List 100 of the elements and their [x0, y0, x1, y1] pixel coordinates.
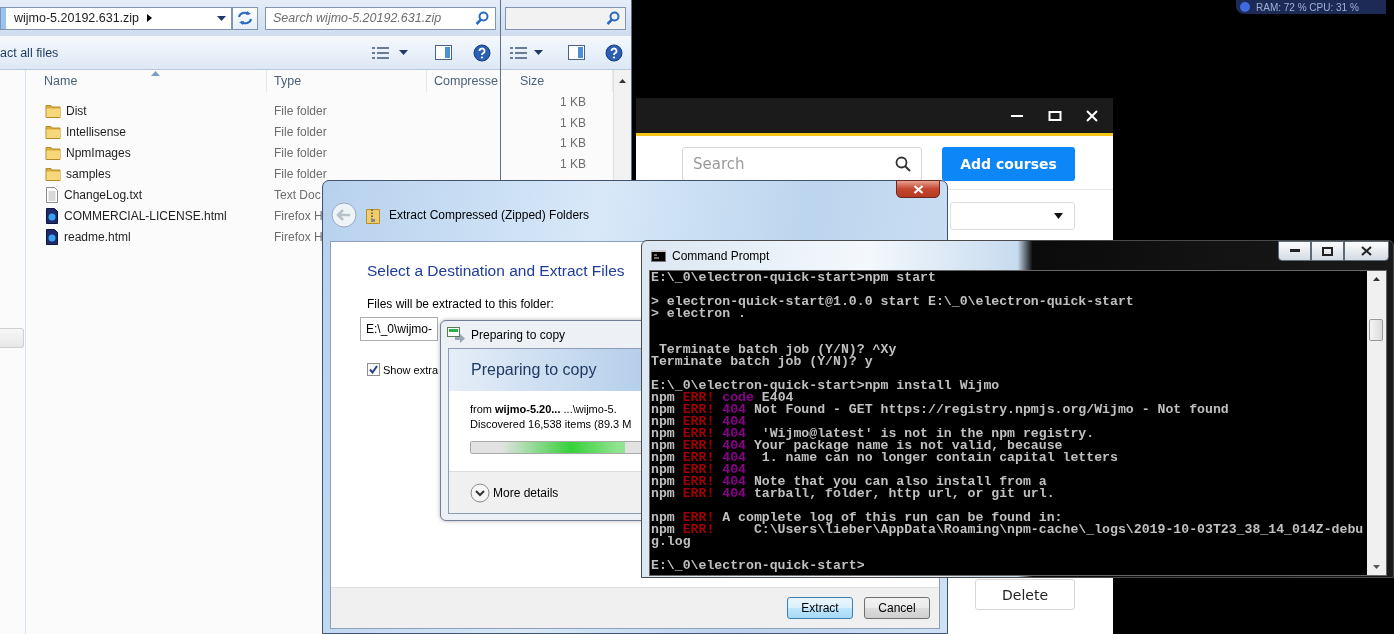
sort-arrow-icon [151, 71, 160, 76]
maximize-button[interactable] [1311, 241, 1344, 261]
usage-text: RAM: 72 % CPU: 31 % [1256, 1, 1359, 13]
file-size: 1 KB [559, 114, 587, 132]
preview-pane-icon[interactable] [435, 45, 452, 60]
file-type: File folder [273, 103, 327, 118]
file-name[interactable]: samples [66, 166, 111, 181]
file-name[interactable]: Intellisense [66, 124, 127, 139]
file-size: 1 KB [559, 94, 587, 112]
close-icon[interactable] [1086, 109, 1098, 122]
scroll-down-icon[interactable] [1373, 565, 1380, 569]
toolbar-button[interactable]: act all files [0, 41, 61, 64]
console-line: > electron-quick-start@1.0.0 start E:\_0\electron-quick-start [651, 296, 1135, 308]
caret-icon [1054, 213, 1063, 219]
help-icon[interactable] [605, 43, 623, 62]
close-button[interactable] [896, 180, 940, 198]
scroll-up-icon[interactable] [619, 79, 626, 83]
console-line: npm ERR! 404 'Wijmo@latest' is not in the npm registry. [651, 428, 1096, 440]
minimize-icon [1289, 249, 1300, 253]
file-type: Firefox H [273, 208, 323, 223]
folder-icon [45, 124, 61, 139]
checkbox[interactable] [367, 363, 380, 376]
cancel-button[interactable]: Cancel [864, 597, 930, 619]
file-size: 1 KB [559, 135, 587, 153]
view-icon[interactable] [510, 45, 527, 60]
column-header[interactable]: Compresse [434, 74, 498, 88]
caret-icon[interactable] [217, 15, 226, 21]
file-type: Firefox H [273, 229, 323, 244]
file-type: File folder [273, 166, 327, 181]
console-line: npm ERR! 404 tarball, folder, http url, or git url. [651, 488, 1056, 500]
console-line: npm ERR! 404 1. name can no longer contain capital letters [651, 452, 1119, 464]
console-line: E:\_0\electron-quick-start>npm start [651, 272, 937, 284]
preview-pane-icon[interactable] [568, 45, 585, 60]
caret-icon[interactable] [534, 50, 543, 55]
console-line: E:\_0\electron-quick-start>npm install Wijmo [651, 380, 1001, 392]
file-type: File folder [273, 145, 327, 160]
file-name[interactable]: readme.html [64, 229, 131, 244]
console-line: npm ERR! code E404 [651, 392, 794, 404]
dialog-title: Preparing to copy [471, 327, 566, 342]
address-bar[interactable]: wijmo-5.20192.631.zip [0, 6, 232, 30]
console-line: > electron . [651, 308, 746, 320]
close-button[interactable] [1344, 241, 1389, 261]
extract-button[interactable]: Extract [787, 597, 853, 619]
file-name[interactable]: NpmImages [66, 145, 131, 160]
console-line: npm ERR! 404 Not Found - GET https://registry.npmjs.org/Wijmo - Not found [651, 404, 1230, 416]
refresh-button[interactable] [232, 6, 258, 30]
console-line: npm ERR! 404 Note that you can also install from a [651, 476, 1047, 488]
scroll-up-icon[interactable] [1373, 277, 1380, 281]
view-icon[interactable] [372, 45, 389, 60]
field-label: Files will be extracted to this folder: [367, 297, 554, 311]
add-courses-button[interactable]: Add courses [942, 147, 1075, 181]
web-file-icon [45, 228, 59, 245]
file-type: File folder [273, 124, 327, 139]
path-field[interactable]: E:\_0\wijmo- [360, 317, 438, 341]
file-name[interactable]: COMMERCIAL-LICENSE.html [64, 208, 227, 223]
folder-icon [45, 166, 61, 181]
text-file-icon [45, 186, 59, 203]
file-name[interactable]: ChangeLog.txt [64, 187, 143, 202]
window-title: Command Prompt [672, 248, 770, 263]
address-text: wijmo-5.20192.631.zip [14, 11, 140, 25]
column-header[interactable]: Name [44, 74, 78, 88]
folder-icon [45, 103, 61, 118]
dialog-heading: Select a Destination and Extract Files [367, 262, 625, 280]
status-icon [1240, 2, 1250, 12]
location-icon [1, 7, 6, 29]
console-line: Terminate batch job (Y/N)? y [651, 356, 873, 368]
close-icon [1361, 246, 1372, 256]
file-name[interactable]: Dist [66, 103, 87, 118]
folder-icon [45, 145, 61, 160]
search-field[interactable]: Search wijmo-5.20192.631.zip [265, 6, 496, 30]
search-icon[interactable] [475, 11, 489, 25]
minimize-button[interactable] [1278, 241, 1311, 261]
console-line: npm ERR! 404 [651, 416, 747, 428]
console-line: npm ERR! 404 [651, 464, 747, 476]
scrollbar[interactable] [1367, 271, 1386, 575]
search-field[interactable] [505, 6, 626, 30]
console-line: npm ERR! A complete log of this run can be found in: [651, 512, 1063, 524]
console-line: Terminate batch job (Y/N)? ^Xy [658, 344, 898, 356]
refresh-icon [236, 10, 254, 26]
chevron-icon[interactable] [470, 482, 490, 503]
maximize-icon [1322, 246, 1333, 256]
help-icon[interactable] [473, 43, 491, 62]
dialog-title: Extract Compressed (Zipped) Folders [389, 208, 590, 222]
web-file-icon [45, 207, 59, 224]
console-line: npm ERR! 404 Your package name is not valid, because [651, 440, 1063, 452]
chevron-icon[interactable] [147, 14, 153, 22]
file-type: Text Doc [273, 187, 321, 202]
check-icon [369, 365, 378, 374]
search-icon[interactable] [895, 156, 911, 172]
details-toggle[interactable]: More details [493, 485, 559, 500]
console-line: g.log [651, 536, 692, 548]
scrollbar-thumb[interactable] [1369, 319, 1383, 341]
console-line: npm ERR! C:\Users\lieber\AppData\Roaming\npm-cache\_logs\2019-10-03T23_38_14_014Z-debu [651, 524, 1365, 536]
caret-icon[interactable] [399, 50, 408, 55]
console-line: E:\_0\electron-quick-start> [651, 560, 866, 572]
terminal-icon [651, 249, 666, 262]
close-icon [912, 184, 924, 194]
maximize-icon[interactable] [1048, 108, 1062, 123]
delete-button[interactable]: Delete [975, 579, 1075, 610]
column-header[interactable]: Type [274, 74, 302, 88]
